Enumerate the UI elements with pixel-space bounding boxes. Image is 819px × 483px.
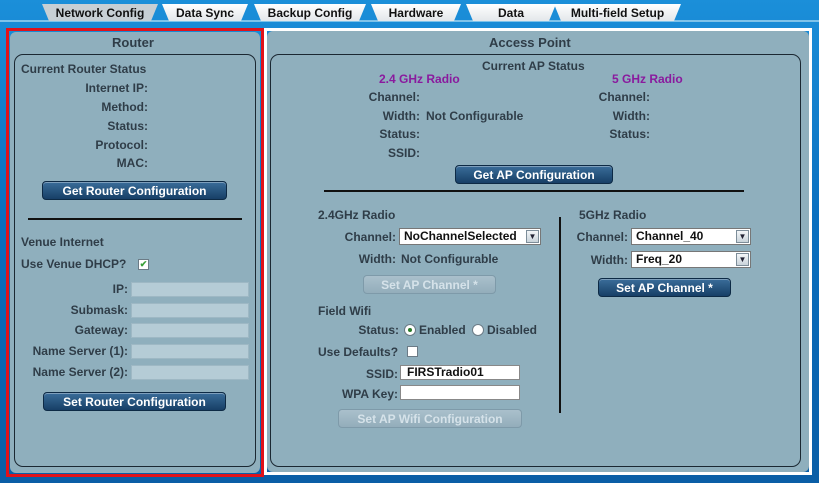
ap-24-ssid-label: SSID: — [387, 146, 420, 160]
router-status-heading: Current Router Status — [21, 62, 147, 76]
cfg5-width-label: Width: — [590, 253, 628, 267]
ap-radio-24-heading: 2.4 GHz Radio — [379, 72, 460, 86]
router-internet-ip-label: Internet IP: — [85, 81, 148, 95]
tab-backup-config[interactable]: Backup Config — [254, 4, 366, 21]
ap-24-channel-label: Channel: — [368, 90, 420, 104]
ap-24-status-label: Status: — [379, 127, 420, 141]
cfg24-channel-label: Channel: — [344, 230, 396, 244]
tab-multi-field-setup[interactable]: Multi-field Setup — [554, 4, 681, 21]
ap-24-width-label: Width: — [382, 109, 420, 123]
get-ap-configuration-button[interactable]: Get AP Configuration — [455, 165, 613, 184]
router-name-server-2-input[interactable] — [131, 365, 249, 380]
cfg5-channel-label: Channel: — [576, 230, 628, 244]
chevron-down-icon: ▼ — [736, 230, 749, 243]
router-gateway-input[interactable] — [131, 323, 249, 338]
cfg5-channel-value: Channel_40 — [636, 229, 704, 243]
cfg24-width-label: Width: — [358, 252, 396, 266]
tab-data[interactable]: Data — [466, 4, 556, 21]
wifi-enabled-radio[interactable] — [404, 324, 416, 336]
router-mac-label: MAC: — [116, 156, 148, 170]
get-router-configuration-button[interactable]: Get Router Configuration — [42, 181, 227, 200]
use-defaults-checkbox[interactable] — [407, 346, 418, 357]
ap-vertical-divider — [559, 217, 561, 413]
cfg5-width-value: Freq_20 — [636, 252, 683, 266]
router-name-server-1-label: Name Server (1): — [32, 344, 128, 358]
wifi-disabled-radio[interactable] — [472, 324, 484, 336]
router-divider — [28, 218, 242, 220]
cfg24-width-value: Not Configurable — [401, 252, 499, 266]
router-gateway-label: Gateway: — [74, 323, 128, 337]
router-submask-label: Submask: — [70, 303, 128, 317]
wifi-ssid-label: SSID: — [365, 367, 398, 381]
router-ip-label: IP: — [112, 282, 128, 296]
ap-5-status-label: Status: — [609, 127, 650, 141]
wifi-disabled-label: Disabled — [487, 323, 538, 337]
router-submask-input[interactable] — [131, 303, 249, 318]
cfg5-width-select[interactable]: Freq_20 ▼ — [631, 251, 751, 268]
wifi-ssid-input[interactable]: FIRSTradio01 — [400, 365, 520, 380]
chevron-down-icon: ▼ — [526, 230, 539, 243]
field-wifi-status-label: Status: — [358, 323, 399, 337]
cfg5-channel-select[interactable]: Channel_40 ▼ — [631, 228, 751, 245]
router-title: Router — [112, 35, 154, 50]
ap-5-channel-label: Channel: — [598, 90, 650, 104]
tab-data-sync[interactable]: Data Sync — [162, 4, 248, 21]
ap-divider — [324, 190, 744, 192]
router-ip-input[interactable] — [131, 282, 249, 297]
cfg24-channel-select[interactable]: NoChannelSelected ▼ — [399, 228, 541, 245]
access-point-title: Access Point — [489, 35, 571, 50]
set-router-configuration-button[interactable]: Set Router Configuration — [43, 392, 226, 411]
router-method-label: Method: — [101, 100, 148, 114]
venue-internet-heading: Venue Internet — [21, 235, 104, 249]
ap-24-width-value: Not Configurable — [426, 109, 524, 123]
use-venue-dhcp-checkbox[interactable]: ✔ — [138, 259, 149, 270]
cfg24-channel-value: NoChannelSelected — [404, 229, 517, 243]
wpa-key-input[interactable] — [400, 385, 520, 400]
wpa-key-label: WPA Key: — [341, 387, 398, 401]
use-venue-dhcp-label: Use Venue DHCP? — [21, 257, 127, 271]
use-defaults-label: Use Defaults? — [318, 345, 399, 359]
router-status-label: Status: — [107, 119, 148, 133]
ap-5-width-label: Width: — [612, 109, 650, 123]
router-protocol-label: Protocol: — [95, 138, 148, 152]
set-ap-channel-5-button[interactable]: Set AP Channel * — [598, 278, 731, 297]
ap-radio-5-heading: 5 GHz Radio — [612, 72, 683, 86]
tab-hardware[interactable]: Hardware — [371, 4, 461, 21]
cfg24-heading: 2.4GHz Radio — [318, 208, 396, 222]
ap-status-heading: Current AP Status — [482, 59, 585, 73]
set-ap-wifi-configuration-button[interactable]: Set AP Wifi Configuration — [338, 409, 522, 428]
router-name-server-1-input[interactable] — [131, 344, 249, 359]
cfg5-heading: 5GHz Radio — [579, 208, 647, 222]
wifi-enabled-label: Enabled — [419, 323, 466, 337]
router-name-server-2-label: Name Server (2): — [32, 365, 128, 379]
chevron-down-icon: ▼ — [736, 253, 749, 266]
set-ap-channel-24-button[interactable]: Set AP Channel * — [363, 275, 496, 294]
tab-network-config[interactable]: Network Config — [42, 4, 158, 21]
field-wifi-heading: Field Wifi — [318, 304, 372, 318]
